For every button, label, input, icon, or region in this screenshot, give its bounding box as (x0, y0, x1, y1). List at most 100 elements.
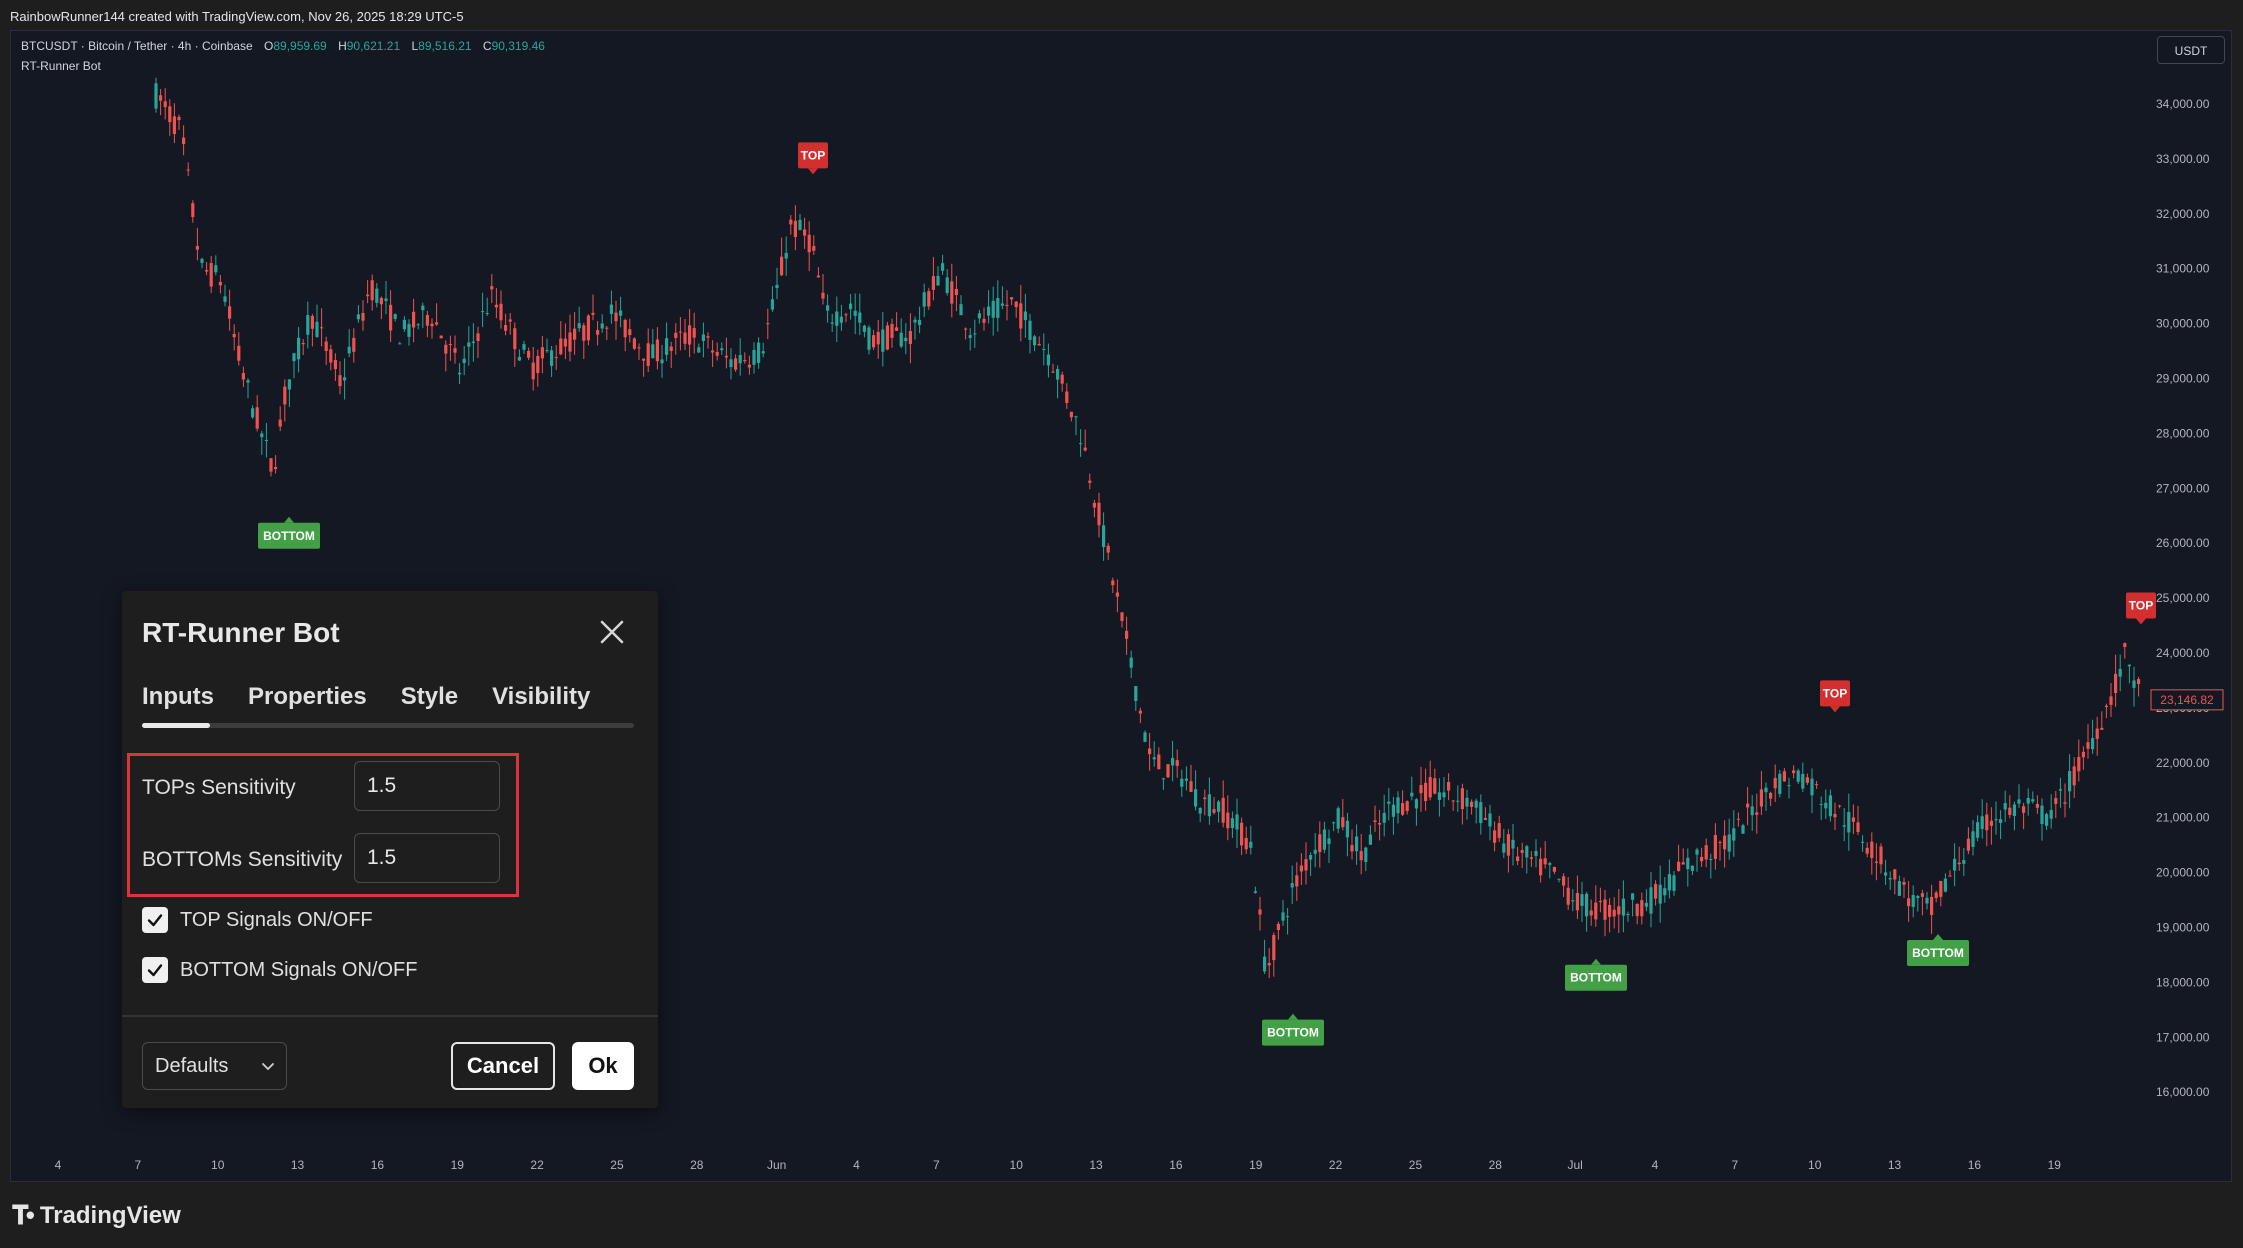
top-signals-checkbox[interactable] (142, 907, 168, 933)
candle-body (1474, 800, 1478, 808)
price-tick-label: 30,000.00 (2156, 317, 2210, 331)
candle-body (1916, 896, 1920, 899)
candle-body (1943, 878, 1947, 892)
candle-body (862, 325, 866, 332)
attribution-bar: RainbowRunner144 created with TradingVie… (0, 0, 2243, 30)
candle-body (389, 304, 393, 331)
candle-body (812, 246, 816, 251)
candle-body (1865, 847, 1869, 854)
candle-body (770, 299, 774, 310)
candle-body (1778, 773, 1782, 794)
high-value: 90,621.21 (346, 39, 401, 53)
price-tick-label: 24,000.00 (2156, 646, 2210, 660)
candle-body (1640, 900, 1644, 917)
candle-body (573, 328, 577, 340)
candle-body (1824, 802, 1828, 809)
candle-body (1755, 812, 1759, 815)
symbol-description: BTCUSDT · Bitcoin / Tether · 4h · Coinba… (21, 39, 253, 53)
candle-body (600, 323, 604, 329)
candle-body (1962, 860, 1966, 864)
symbol-legend[interactable]: BTCUSDT · Bitcoin / Tether · 4h · Coinba… (21, 39, 545, 53)
brand-name: TradingView (39, 1202, 181, 1229)
candle-body (531, 362, 535, 380)
bottom-signal-pointer (1591, 958, 1601, 965)
time-tick-label: 25 (610, 1158, 624, 1172)
price-tick-label: 26,000.00 (2156, 536, 2210, 550)
ok-button[interactable]: Ok (572, 1042, 634, 1090)
time-tick-label: 16 (1169, 1158, 1183, 1172)
candle-body (1497, 823, 1501, 838)
candle-body (711, 350, 715, 353)
candle-body (1856, 822, 1860, 832)
tops-sensitivity-input[interactable] (354, 761, 500, 811)
tab-inputs[interactable]: Inputs (142, 683, 214, 711)
bottom-signals-checkbox[interactable] (142, 957, 168, 983)
tab-properties[interactable]: Properties (248, 683, 367, 711)
candle-body (1373, 820, 1377, 823)
candle-body (1065, 391, 1069, 403)
candle-body (724, 355, 728, 358)
candle-body (1010, 297, 1014, 300)
candle-body (471, 341, 475, 343)
top-signals-toggle[interactable]: TOP Signals ON/OFF (142, 907, 373, 933)
candle-body (490, 286, 494, 290)
tops-sensitivity-label: TOPs Sensitivity (142, 776, 296, 799)
candle-body (228, 306, 232, 319)
candle-body (715, 352, 719, 356)
candle-body (1207, 794, 1211, 817)
tab-style[interactable]: Style (401, 683, 458, 711)
candle-body (370, 280, 374, 301)
price-tick-label: 20,000.00 (2156, 866, 2210, 880)
low-value: 89,516.21 (418, 39, 472, 53)
candle-body (1235, 814, 1239, 830)
candle-body (545, 350, 549, 352)
time-tick-label: 7 (135, 1158, 142, 1172)
candle-body (1180, 778, 1184, 787)
candle-body (297, 337, 301, 360)
candle-body (1621, 898, 1625, 916)
candle-body (1631, 893, 1635, 900)
candle-body (1221, 797, 1225, 823)
candle-body (853, 310, 857, 316)
candle-body (1056, 368, 1060, 380)
close-icon[interactable] (595, 615, 629, 649)
close-label: C (482, 39, 492, 53)
bottoms-sensitivity-input[interactable] (354, 833, 500, 883)
signal-text: BOTTOM (1267, 1026, 1319, 1040)
candle-body (1727, 834, 1731, 852)
candle-body (1529, 857, 1533, 859)
candle-body (660, 359, 664, 364)
candle-body (1460, 788, 1464, 810)
candle-body (1695, 849, 1699, 855)
candle-body (1364, 847, 1368, 862)
candle-body (1037, 343, 1041, 346)
candle-body (803, 229, 807, 236)
candle-body (642, 358, 646, 361)
candle-body (605, 327, 609, 329)
tab-visibility[interactable]: Visibility (492, 683, 590, 711)
candle-body (205, 270, 209, 272)
cancel-button[interactable]: Cancel (451, 1042, 555, 1090)
candle-body (338, 375, 342, 387)
indicator-legend[interactable]: RT-Runner Bot (21, 59, 101, 73)
top-signal-pointer (808, 168, 818, 175)
candle-body (1598, 900, 1602, 902)
candle-body (1980, 816, 1984, 829)
currency-button[interactable]: USDT (2157, 36, 2225, 64)
candle-body (1042, 348, 1046, 350)
top-signals-label: TOP Signals ON/OFF (180, 908, 373, 931)
candle-body (895, 327, 899, 331)
candle-body (899, 332, 903, 347)
candle-body (2026, 797, 2030, 804)
defaults-dropdown[interactable]: Defaults (142, 1042, 287, 1090)
candle-body (941, 263, 945, 271)
candle-body (1736, 818, 1740, 820)
bottom-signals-toggle[interactable]: BOTTOM Signals ON/OFF (142, 957, 417, 983)
candle-body (1635, 903, 1639, 917)
time-tick-label: 28 (690, 1158, 704, 1172)
candle-body (1562, 876, 1566, 886)
price-tick-label: 28,000.00 (2156, 426, 2210, 440)
candle-body (1704, 845, 1708, 860)
candle-body (692, 328, 696, 338)
tradingview-logo: 𝐓• TradingView (12, 1200, 181, 1232)
